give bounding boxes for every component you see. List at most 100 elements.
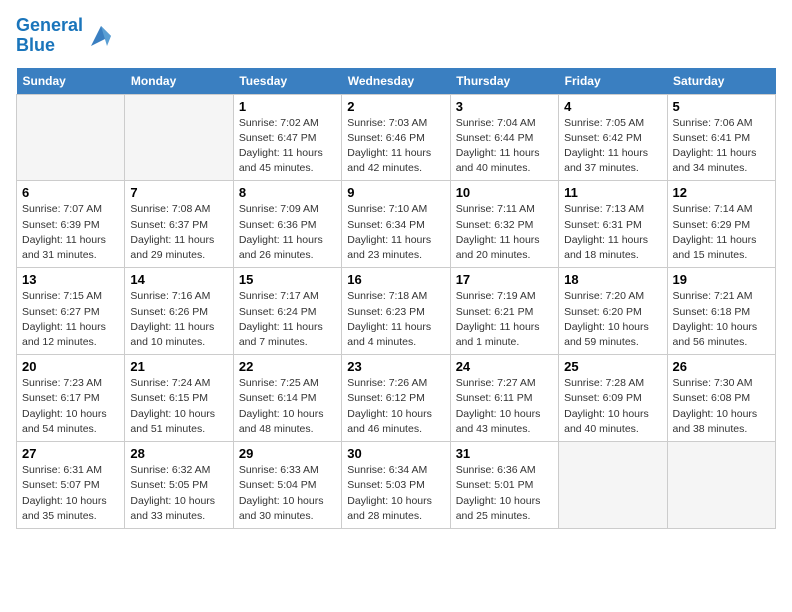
day-number: 26 xyxy=(673,359,770,374)
day-number: 13 xyxy=(22,272,119,287)
day-number: 4 xyxy=(564,99,661,114)
day-number: 27 xyxy=(22,446,119,461)
day-info: Sunrise: 7:04 AM Sunset: 6:44 PM Dayligh… xyxy=(456,116,553,177)
calendar-cell: 6Sunrise: 7:07 AM Sunset: 6:39 PM Daylig… xyxy=(17,181,125,268)
day-info: Sunrise: 7:24 AM Sunset: 6:15 PM Dayligh… xyxy=(130,376,227,437)
calendar-cell: 2 Sunrise: 7:03 AM Sunset: 6:46 PM Daylig… xyxy=(342,94,450,181)
day-info: Sunrise: 7:16 AM Sunset: 6:26 PM Dayligh… xyxy=(130,289,227,350)
logo: General Blue xyxy=(16,16,115,56)
day-info: Sunrise: 6:36 AM Sunset: 5:01 PM Dayligh… xyxy=(456,463,553,524)
calendar-cell xyxy=(17,94,125,181)
calendar-cell: 26 Sunrise: 7:30 AM Sunset: 6:08 PM Dayli… xyxy=(667,355,775,442)
day-number: 16 xyxy=(347,272,444,287)
calendar-cell: 12Sunrise: 7:14 AM Sunset: 6:29 PM Dayli… xyxy=(667,181,775,268)
calendar-table: SundayMondayTuesdayWednesdayThursdayFrid… xyxy=(16,68,776,529)
calendar-cell xyxy=(559,442,667,529)
calendar-week-row: 1 Sunrise: 7:02 AM Sunset: 6:47 PM Daylig… xyxy=(17,94,776,181)
calendar-cell: 18 Sunrise: 7:20 AM Sunset: 6:20 PM Dayli… xyxy=(559,268,667,355)
calendar-header-row: SundayMondayTuesdayWednesdayThursdayFrid… xyxy=(17,68,776,95)
weekday-header: Wednesday xyxy=(342,68,450,95)
logo-general: General xyxy=(16,15,83,35)
calendar-cell: 10Sunrise: 7:11 AM Sunset: 6:32 PM Dayli… xyxy=(450,181,558,268)
day-number: 9 xyxy=(347,185,444,200)
calendar-cell: 15 Sunrise: 7:17 AM Sunset: 6:24 PM Dayli… xyxy=(233,268,341,355)
day-number: 31 xyxy=(456,446,553,461)
calendar-cell: 3 Sunrise: 7:04 AM Sunset: 6:44 PM Daylig… xyxy=(450,94,558,181)
weekday-header: Friday xyxy=(559,68,667,95)
calendar-cell: 30Sunrise: 6:34 AM Sunset: 5:03 PM Dayli… xyxy=(342,442,450,529)
calendar-cell: 20 Sunrise: 7:23 AM Sunset: 6:17 PM Dayli… xyxy=(17,355,125,442)
day-info: Sunrise: 6:31 AM Sunset: 5:07 PM Dayligh… xyxy=(22,463,119,524)
calendar-cell: 17Sunrise: 7:19 AM Sunset: 6:21 PM Dayli… xyxy=(450,268,558,355)
calendar-week-row: 6Sunrise: 7:07 AM Sunset: 6:39 PM Daylig… xyxy=(17,181,776,268)
calendar-cell: 5 Sunrise: 7:06 AM Sunset: 6:41 PM Daylig… xyxy=(667,94,775,181)
day-info: Sunrise: 7:25 AM Sunset: 6:14 PM Dayligh… xyxy=(239,376,336,437)
day-info: Sunrise: 7:05 AM Sunset: 6:42 PM Dayligh… xyxy=(564,116,661,177)
calendar-week-row: 27 Sunrise: 6:31 AM Sunset: 5:07 PM Dayli… xyxy=(17,442,776,529)
day-info: Sunrise: 6:32 AM Sunset: 5:05 PM Dayligh… xyxy=(130,463,227,524)
calendar-body: 1 Sunrise: 7:02 AM Sunset: 6:47 PM Daylig… xyxy=(17,94,776,528)
day-info: Sunrise: 7:28 AM Sunset: 6:09 PM Dayligh… xyxy=(564,376,661,437)
calendar-cell: 27 Sunrise: 6:31 AM Sunset: 5:07 PM Dayli… xyxy=(17,442,125,529)
day-info: Sunrise: 7:23 AM Sunset: 6:17 PM Dayligh… xyxy=(22,376,119,437)
day-info: Sunrise: 7:11 AM Sunset: 6:32 PM Dayligh… xyxy=(456,202,553,263)
calendar-cell: 19 Sunrise: 7:21 AM Sunset: 6:18 PM Dayli… xyxy=(667,268,775,355)
calendar-cell: 24Sunrise: 7:27 AM Sunset: 6:11 PM Dayli… xyxy=(450,355,558,442)
day-info: Sunrise: 7:02 AM Sunset: 6:47 PM Dayligh… xyxy=(239,116,336,177)
weekday-header: Thursday xyxy=(450,68,558,95)
calendar-cell: 1 Sunrise: 7:02 AM Sunset: 6:47 PM Daylig… xyxy=(233,94,341,181)
day-info: Sunrise: 7:26 AM Sunset: 6:12 PM Dayligh… xyxy=(347,376,444,437)
header: General Blue xyxy=(16,16,776,56)
day-number: 29 xyxy=(239,446,336,461)
day-info: Sunrise: 7:17 AM Sunset: 6:24 PM Dayligh… xyxy=(239,289,336,350)
calendar-cell: 25 Sunrise: 7:28 AM Sunset: 6:09 PM Dayli… xyxy=(559,355,667,442)
day-info: Sunrise: 7:03 AM Sunset: 6:46 PM Dayligh… xyxy=(347,116,444,177)
day-info: Sunrise: 7:30 AM Sunset: 6:08 PM Dayligh… xyxy=(673,376,770,437)
day-number: 28 xyxy=(130,446,227,461)
day-info: Sunrise: 7:21 AM Sunset: 6:18 PM Dayligh… xyxy=(673,289,770,350)
calendar-cell: 9Sunrise: 7:10 AM Sunset: 6:34 PM Daylig… xyxy=(342,181,450,268)
day-number: 25 xyxy=(564,359,661,374)
day-number: 21 xyxy=(130,359,227,374)
day-number: 23 xyxy=(347,359,444,374)
logo-blue: Blue xyxy=(16,35,55,55)
day-info: Sunrise: 7:20 AM Sunset: 6:20 PM Dayligh… xyxy=(564,289,661,350)
day-info: Sunrise: 7:06 AM Sunset: 6:41 PM Dayligh… xyxy=(673,116,770,177)
day-number: 18 xyxy=(564,272,661,287)
day-number: 1 xyxy=(239,99,336,114)
calendar-cell: 4 Sunrise: 7:05 AM Sunset: 6:42 PM Daylig… xyxy=(559,94,667,181)
day-number: 19 xyxy=(673,272,770,287)
calendar-cell: 13Sunrise: 7:15 AM Sunset: 6:27 PM Dayli… xyxy=(17,268,125,355)
day-info: Sunrise: 6:34 AM Sunset: 5:03 PM Dayligh… xyxy=(347,463,444,524)
day-number: 2 xyxy=(347,99,444,114)
day-number: 11 xyxy=(564,185,661,200)
day-number: 20 xyxy=(22,359,119,374)
day-number: 7 xyxy=(130,185,227,200)
day-info: Sunrise: 7:08 AM Sunset: 6:37 PM Dayligh… xyxy=(130,202,227,263)
weekday-header: Sunday xyxy=(17,68,125,95)
calendar-cell: 21 Sunrise: 7:24 AM Sunset: 6:15 PM Dayli… xyxy=(125,355,233,442)
day-number: 12 xyxy=(673,185,770,200)
calendar-cell xyxy=(125,94,233,181)
calendar-cell: 11 Sunrise: 7:13 AM Sunset: 6:31 PM Dayli… xyxy=(559,181,667,268)
calendar-cell: 22Sunrise: 7:25 AM Sunset: 6:14 PM Dayli… xyxy=(233,355,341,442)
day-number: 8 xyxy=(239,185,336,200)
calendar-week-row: 20 Sunrise: 7:23 AM Sunset: 6:17 PM Dayli… xyxy=(17,355,776,442)
day-info: Sunrise: 6:33 AM Sunset: 5:04 PM Dayligh… xyxy=(239,463,336,524)
day-info: Sunrise: 7:27 AM Sunset: 6:11 PM Dayligh… xyxy=(456,376,553,437)
calendar-cell: 23 Sunrise: 7:26 AM Sunset: 6:12 PM Dayli… xyxy=(342,355,450,442)
calendar-cell: 7 Sunrise: 7:08 AM Sunset: 6:37 PM Daylig… xyxy=(125,181,233,268)
day-number: 5 xyxy=(673,99,770,114)
day-info: Sunrise: 7:13 AM Sunset: 6:31 PM Dayligh… xyxy=(564,202,661,263)
calendar-cell: 14Sunrise: 7:16 AM Sunset: 6:26 PM Dayli… xyxy=(125,268,233,355)
day-info: Sunrise: 7:09 AM Sunset: 6:36 PM Dayligh… xyxy=(239,202,336,263)
calendar-cell: 16Sunrise: 7:18 AM Sunset: 6:23 PM Dayli… xyxy=(342,268,450,355)
day-number: 15 xyxy=(239,272,336,287)
weekday-header: Saturday xyxy=(667,68,775,95)
day-number: 17 xyxy=(456,272,553,287)
calendar-cell: 29 Sunrise: 6:33 AM Sunset: 5:04 PM Dayli… xyxy=(233,442,341,529)
day-number: 3 xyxy=(456,99,553,114)
calendar-cell: 31 Sunrise: 6:36 AM Sunset: 5:01 PM Dayli… xyxy=(450,442,558,529)
logo-icon xyxy=(87,22,115,50)
calendar-cell: 8 Sunrise: 7:09 AM Sunset: 6:36 PM Daylig… xyxy=(233,181,341,268)
